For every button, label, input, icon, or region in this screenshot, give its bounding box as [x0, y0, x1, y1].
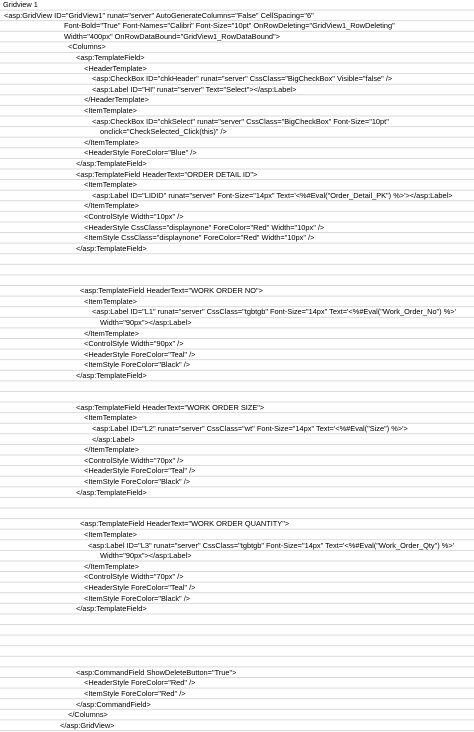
code-line[interactable]: </asp:TemplateField> [76, 604, 147, 615]
code-line[interactable]: <HeaderStyle CssClass="displaynone" Fore… [84, 223, 324, 234]
sheet-title-cell[interactable]: Gridview 1 [3, 0, 38, 11]
code-line[interactable]: </asp:GridView> [60, 721, 115, 732]
code-line[interactable]: <asp:TemplateField HeaderText="ORDER DET… [76, 170, 257, 181]
code-line[interactable]: </ItemTemplate> [84, 445, 139, 456]
code-line[interactable]: <ControlStyle Width="70px" /> [84, 572, 184, 583]
code-line[interactable]: <asp:Label ID="L1" runat="server" CssCla… [92, 307, 456, 318]
code-line[interactable]: onclick="CheckSelected_Click(this)" /> [100, 127, 227, 138]
code-line[interactable]: </ItemTemplate> [84, 201, 139, 212]
code-line[interactable]: <ItemStyle ForeColor="Black" /> [84, 594, 190, 605]
code-line[interactable]: <ItemStyle ForeColor="Red" /> [84, 689, 186, 700]
code-line[interactable]: <ItemTemplate> [84, 413, 137, 424]
code-line[interactable]: <asp:TemplateField> [76, 53, 145, 64]
code-line[interactable]: <HeaderTemplate> [84, 64, 147, 75]
code-line[interactable]: <ControlStyle Width="90px" /> [84, 339, 184, 350]
code-line[interactable]: </asp:TemplateField> [76, 488, 147, 499]
code-line[interactable]: <HeaderStyle ForeColor="Teal" /> [84, 466, 195, 477]
code-line[interactable]: <asp:TemplateField HeaderText="WORK ORDE… [76, 403, 264, 414]
code-line[interactable]: <ItemStyle ForeColor="Black" /> [84, 477, 190, 488]
code-line[interactable]: <HeaderStyle ForeColor="Teal" /> [84, 350, 195, 361]
code-line[interactable]: </asp:TemplateField> [76, 159, 147, 170]
code-line[interactable]: <ItemTemplate> [84, 297, 137, 308]
code-line[interactable]: </asp:TemplateField> [76, 244, 147, 255]
code-line[interactable]: <ItemTemplate> [84, 530, 137, 541]
code-line[interactable]: <ControlStyle Width="10px" /> [84, 212, 184, 223]
code-line[interactable]: </HeaderTemplate> [84, 95, 149, 106]
code-line[interactable]: <asp:TemplateField HeaderText="WORK ORDE… [80, 286, 263, 297]
code-line[interactable]: Font-Bold="True" Font-Names="Calibri" Fo… [64, 21, 395, 32]
code-line[interactable]: </ItemTemplate> [84, 562, 139, 573]
code-line[interactable]: <ItemStyle CssClass="displaynone" ForeCo… [84, 233, 314, 244]
code-line[interactable]: <asp:Label ID="LIDID" runat="server" Fon… [92, 191, 453, 202]
code-line[interactable]: <asp:CheckBox ID="chkHeader" runat="serv… [92, 74, 392, 85]
code-line[interactable]: Width="90px"></asp:Label> [100, 551, 192, 562]
code-line[interactable]: </asp:Label> [92, 435, 135, 446]
code-line[interactable]: <HeaderStyle ForeColor="Blue" /> [84, 148, 197, 159]
code-line[interactable]: <Columns> [68, 42, 106, 53]
code-line[interactable]: <asp:Label ID="L3" runat="server" CssCla… [88, 541, 454, 552]
code-line[interactable]: <ItemTemplate> [84, 180, 137, 191]
code-line[interactable]: <ItemTemplate> [84, 106, 137, 117]
code-line[interactable]: </asp:TemplateField> [76, 371, 147, 382]
code-line[interactable]: Width="400px" OnRowDataBound="GridView1_… [64, 32, 280, 43]
code-line[interactable]: <asp:TemplateField HeaderText="WORK ORDE… [80, 519, 289, 530]
code-line[interactable]: </ItemTemplate> [84, 329, 139, 340]
code-line[interactable]: <HeaderStyle ForeColor="Teal" /> [84, 583, 195, 594]
code-line[interactable]: <asp:GridView ID="GridView1" runat="serv… [4, 11, 314, 22]
code-line[interactable]: </Columns> [68, 710, 108, 721]
code-line[interactable]: <asp:Label ID="L2" runat="server" CssCla… [92, 424, 408, 435]
code-line[interactable]: <ItemStyle ForeColor="Black" /> [84, 360, 190, 371]
code-line[interactable]: <HeaderStyle ForeColor="Red" /> [84, 678, 195, 689]
code-line[interactable]: </asp:CommandField> [76, 700, 151, 711]
spreadsheet-grid[interactable]: Gridview 1 <asp:GridView ID="GridView1" … [0, 0, 474, 732]
code-line[interactable]: </ItemTemplate> [84, 138, 139, 149]
code-line[interactable]: Width="90px"></asp:Label> [100, 318, 192, 329]
code-line[interactable]: <asp:CommandField ShowDeleteButton="True… [76, 668, 236, 679]
code-line[interactable]: <asp:Label ID="HI" runat="server" Text="… [92, 85, 296, 96]
code-line[interactable]: <ControlStyle Width="70px" /> [84, 456, 184, 467]
code-line[interactable]: <asp:CheckBox ID="chkSelect" runat="serv… [92, 117, 389, 128]
